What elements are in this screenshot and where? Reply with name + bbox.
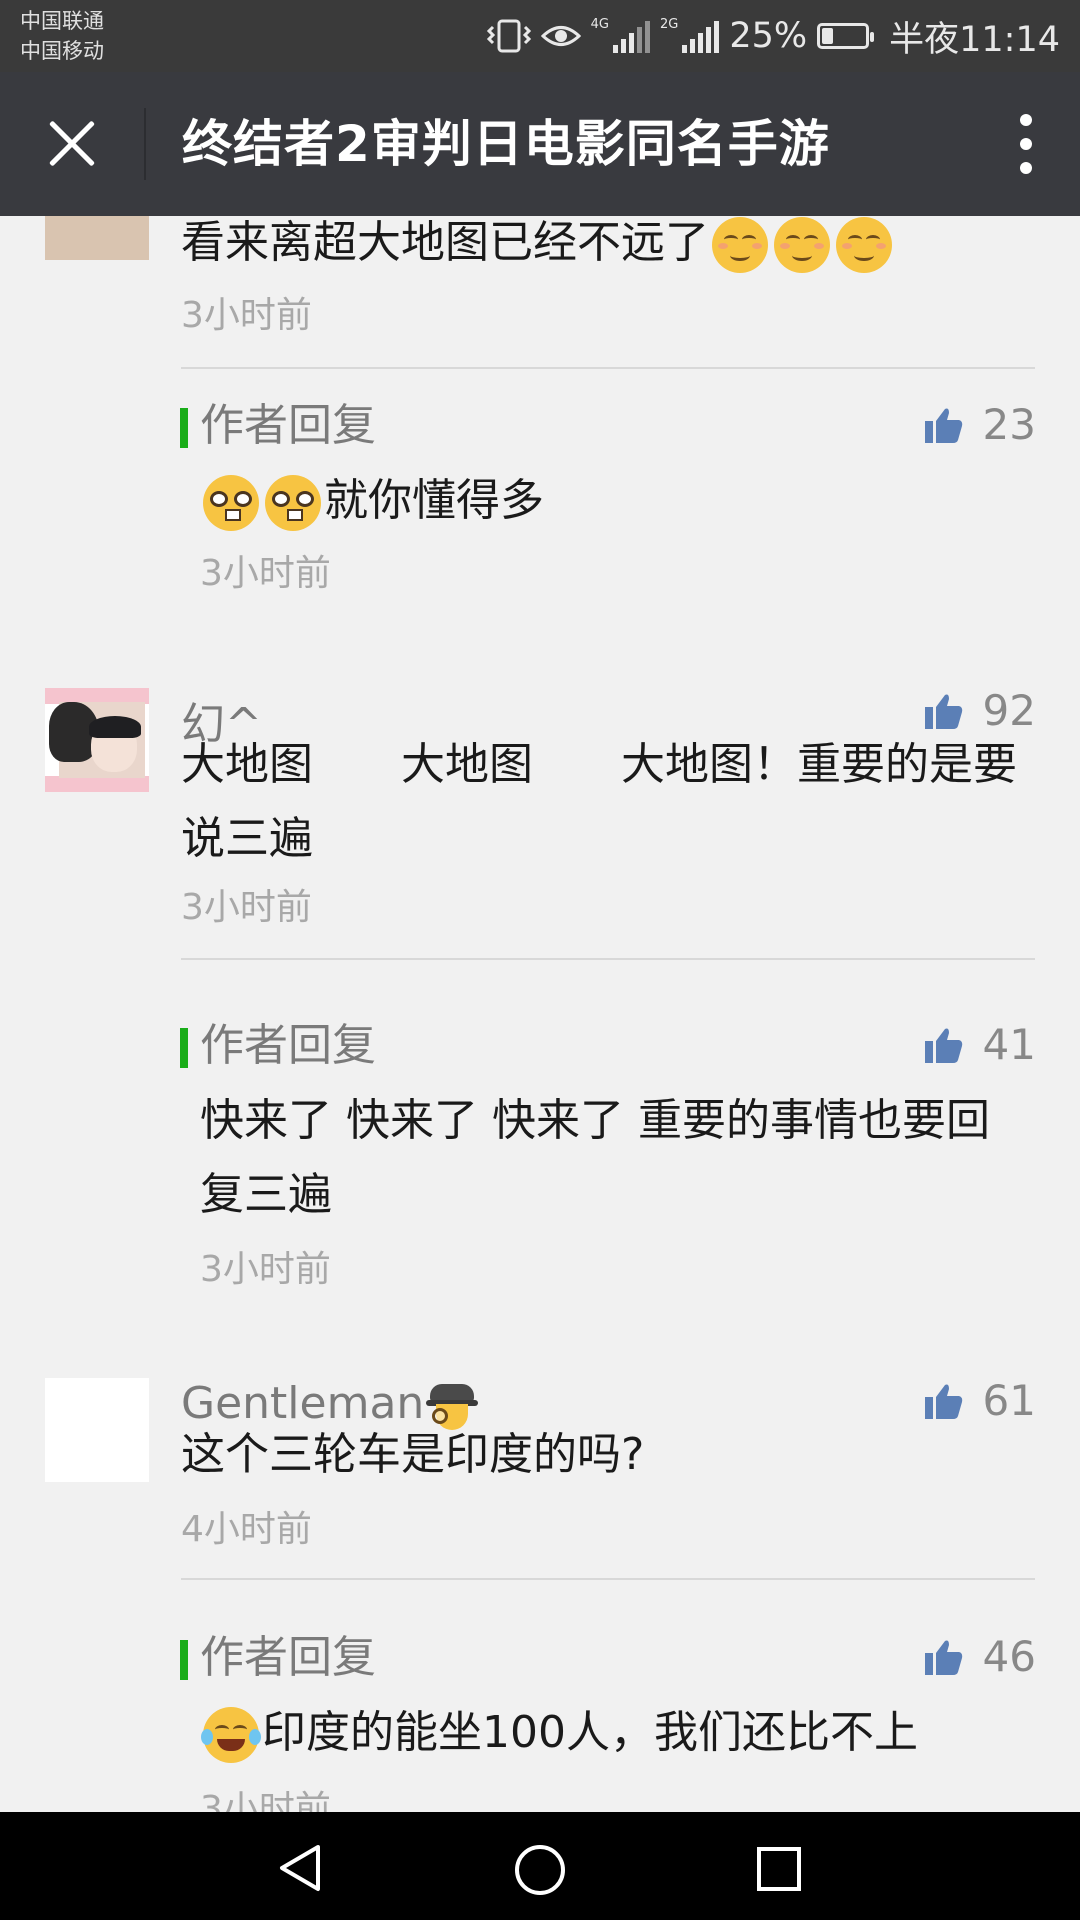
smirk-emoji-icon xyxy=(774,217,830,273)
reply-text: 印度的能坐100人，我们还比不上 xyxy=(200,1696,1040,1770)
thumbs-up-icon xyxy=(924,1384,962,1419)
nerd-emoji-icon xyxy=(265,475,321,531)
close-icon[interactable] xyxy=(44,116,100,172)
network-type-2: 2G xyxy=(659,17,679,32)
author-reply-label: 作者回复 xyxy=(180,402,376,450)
vibrate-icon xyxy=(486,19,531,53)
carrier-info: 中国联通 中国移动 xyxy=(20,6,104,66)
page-title: 终结者2审判日电影同名手游 xyxy=(182,115,830,173)
like-count: 41 xyxy=(982,1020,1036,1069)
comment-text: 看来离超大地图已经不远了 xyxy=(181,216,1041,280)
divider xyxy=(181,367,1035,369)
nav-home-button[interactable] xyxy=(514,1844,566,1896)
nav-recents-button[interactable] xyxy=(756,1846,802,1892)
comment-time: 3小时前 xyxy=(181,887,312,928)
author-reply-label: 作者回复 xyxy=(180,1022,376,1070)
like-button[interactable]: 46 xyxy=(923,1632,1036,1681)
like-count: 23 xyxy=(982,400,1036,449)
status-bar: 中国联通 中国移动 4G 2G 25% 半夜11:14 xyxy=(0,0,1080,72)
divider xyxy=(181,1578,1035,1580)
thumbs-up-icon xyxy=(924,694,962,729)
home-circle-icon xyxy=(515,1845,565,1895)
reply-text: 快来了 快来了 快来了 重要的事情也要回复三遍 xyxy=(200,1095,990,1220)
like-count: 46 xyxy=(982,1632,1036,1681)
laugh-tears-emoji-icon xyxy=(201,1707,261,1763)
like-button[interactable]: 23 xyxy=(923,400,1036,449)
header-divider xyxy=(144,108,146,180)
avatar[interactable] xyxy=(45,216,149,260)
carrier-2: 中国移动 xyxy=(20,39,104,63)
eye-comfort-icon xyxy=(540,26,581,46)
thumbs-up-icon xyxy=(924,408,962,443)
thumbs-up-icon xyxy=(924,1028,962,1063)
more-options-icon[interactable] xyxy=(1014,114,1038,174)
smirk-emoji-icon xyxy=(836,217,892,273)
reply-time: 3小时前 xyxy=(200,1789,331,1812)
reply-text: 就你懂得多 xyxy=(200,464,1040,538)
divider xyxy=(181,958,1035,960)
network-type-1: 4G xyxy=(590,17,609,32)
signal-1-icon xyxy=(612,19,650,53)
comment-time: 3小时前 xyxy=(181,295,312,336)
signal-2-icon xyxy=(682,19,720,53)
comment-text: 大地图 大地图 大地图！重要的是要说三遍 xyxy=(181,739,1017,864)
thumbs-up-icon xyxy=(924,1640,962,1675)
avatar[interactable] xyxy=(45,688,149,792)
like-button[interactable]: 41 xyxy=(923,1020,1036,1069)
reply-time: 3小时前 xyxy=(200,1249,331,1290)
system-nav-bar xyxy=(0,1812,1080,1920)
status-indicators: 4G 2G 25% 半夜11:14 xyxy=(486,0,1060,72)
author-reply-label: 作者回复 xyxy=(180,1634,376,1682)
comment-list[interactable]: 看来离超大地图已经不远了 3小时前 作者回复 23 就你懂得多 3小时前 幻^ … xyxy=(0,216,1080,1812)
battery-percent: 25% xyxy=(729,16,808,56)
nerd-emoji-icon xyxy=(203,475,259,531)
clock: 半夜11:14 xyxy=(889,19,1060,60)
back-triangle-icon xyxy=(280,1845,320,1891)
carrier-1: 中国联通 xyxy=(20,9,104,33)
avatar[interactable] xyxy=(45,1378,149,1482)
reply-time: 3小时前 xyxy=(200,553,331,594)
comment-time: 4小时前 xyxy=(181,1509,312,1550)
battery-icon xyxy=(817,23,875,49)
comment-text: 这个三轮车是印度的吗? xyxy=(181,1429,645,1480)
smirk-emoji-icon xyxy=(712,217,768,273)
title-bar: 终结者2审判日电影同名手游 xyxy=(0,72,1080,216)
recents-square-icon xyxy=(757,1847,801,1891)
